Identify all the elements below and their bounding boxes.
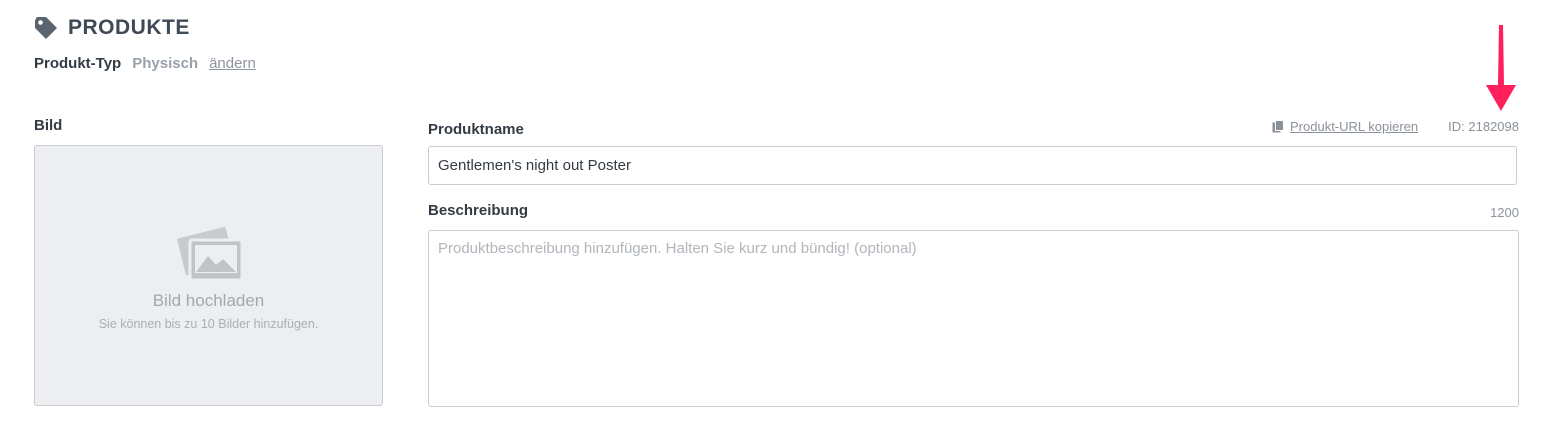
change-product-type-link[interactable]: ändern — [209, 55, 256, 72]
upload-image-hint: Sie können bis zu 10 Bilder hinzufügen. — [98, 317, 319, 331]
product-type-label: Produkt-Typ — [34, 55, 122, 72]
product-name-value: Gentlemen's night out Poster — [438, 157, 631, 174]
page-header: PRODUKTE — [34, 13, 190, 43]
description-textarea[interactable]: Produktbeschreibung hinzufügen. Halten S… — [428, 230, 1519, 407]
upload-image-title: Bild hochladen — [152, 291, 265, 310]
images-icon — [177, 227, 244, 282]
image-label: Bild — [34, 117, 63, 134]
page-title: PRODUKTE — [68, 16, 190, 39]
product-id: ID: 2182098 — [1448, 119, 1519, 134]
copy-product-url-label: Produkt-URL kopieren — [1290, 119, 1419, 134]
product-type-row: Produkt-Typ Physisch ändern — [34, 55, 256, 72]
description-char-count: 1200 — [1490, 205, 1519, 220]
copy-product-url-button[interactable]: Produkt-URL kopieren — [1272, 119, 1418, 134]
description-label: Beschreibung — [428, 202, 529, 219]
copy-icon — [1272, 120, 1284, 133]
annotation-arrow-icon — [1486, 25, 1516, 111]
description-placeholder: Produktbeschreibung hinzufügen. Halten S… — [438, 240, 917, 257]
product-name-input[interactable]: Gentlemen's night out Poster — [428, 146, 1517, 185]
tag-icon — [35, 17, 57, 39]
image-upload-area[interactable]: Bild hochladen Sie können bis zu 10 Bild… — [34, 145, 383, 406]
product-name-label: Produktname — [428, 121, 524, 138]
product-type-value: Physisch — [132, 55, 199, 72]
